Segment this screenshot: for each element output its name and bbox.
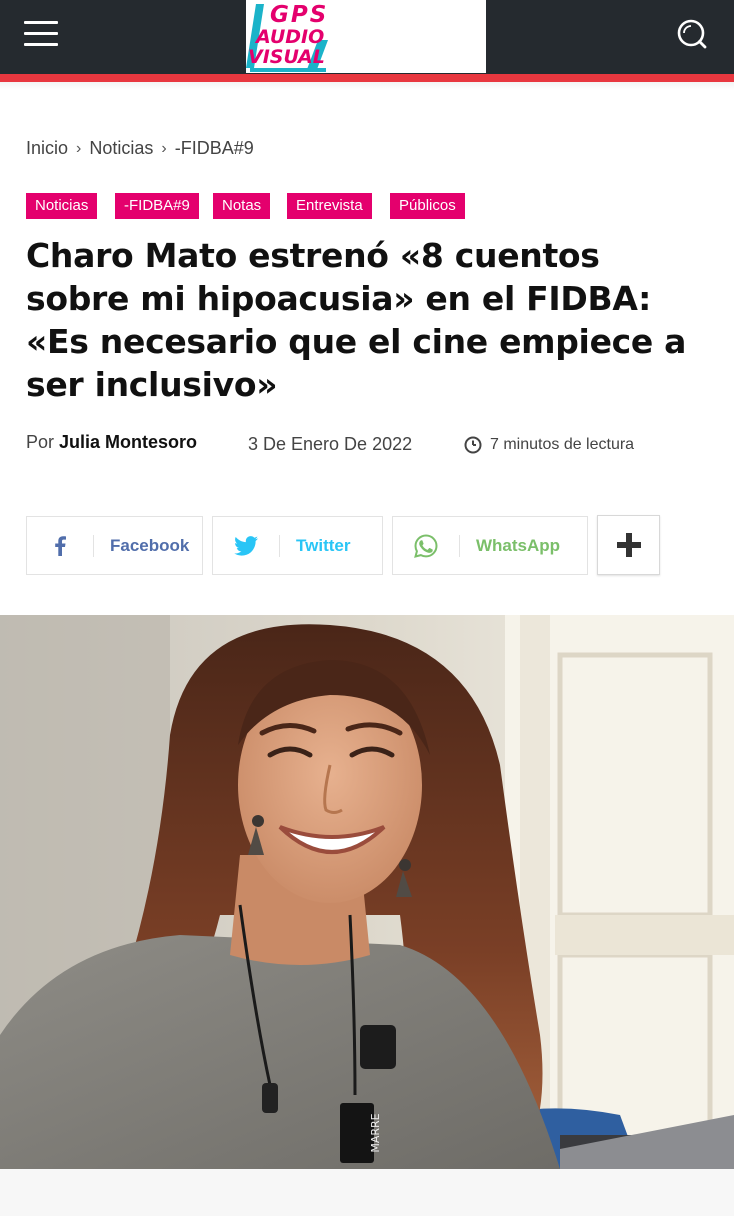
article-title: Charo Mato estrenó «8 cuentos sobre mi h… [26,236,687,404]
by-label: Por [26,432,55,452]
breadcrumb-separator: › [76,139,82,157]
page-bottom-area [0,1169,734,1216]
hamburger-icon[interactable] [24,20,60,48]
read-time-label: 7 minutos de lectura [490,436,635,453]
tag-noticias[interactable]: Noticias [26,193,98,219]
whatsapp-label: WhatsApp [476,535,561,555]
breadcrumb-fidba[interactable]: -FIDBA#9 [175,138,254,159]
facebook-icon [27,535,93,556]
breadcrumb-noticias[interactable]: Noticias [89,138,153,159]
badge-text: MARRE [369,1113,382,1152]
facebook-label: Facebook [110,535,190,555]
read-time: 7 minutos de lectura [464,436,634,454]
header-shadow [0,82,734,90]
author-link[interactable]: Julia Montesoro [59,432,197,452]
article-byline: Por Julia Montesoro [26,432,197,453]
site-logo[interactable]: GPS AUDIO VISUAL [246,0,486,73]
tag-notas[interactable]: Notas [213,193,271,219]
twitter-label: Twitter [296,535,351,555]
more-share-button[interactable] [597,515,660,575]
search-icon[interactable] [674,16,710,52]
whatsapp-icon [393,533,459,558]
breadcrumb-separator: › [161,139,167,157]
breadcrumb: Inicio › Noticias › -FIDBA#9 [26,138,254,159]
header-accent-line [0,74,734,82]
tag-publicos[interactable]: Públicos [390,193,465,219]
twitter-icon [213,535,279,556]
logo-text-visual: VISUAL [248,46,325,68]
logo-text-audio: AUDIO [254,26,324,48]
tag-entrevista[interactable]: Entrevista [287,193,372,219]
plus-icon [616,533,641,557]
breadcrumb-inicio[interactable]: Inicio [26,138,68,159]
tag-fidba[interactable]: -FIDBA#9 [115,193,199,219]
logo-text-gps: GPS [270,2,328,28]
article-date: 3 De Enero De 2022 [248,434,413,454]
clock-icon [464,436,482,454]
featured-image: MARRE [0,615,734,1169]
share-twitter-button[interactable]: Twitter [212,516,383,575]
share-facebook-button[interactable]: Facebook [26,516,203,575]
share-whatsapp-button[interactable]: WhatsApp [392,516,588,575]
